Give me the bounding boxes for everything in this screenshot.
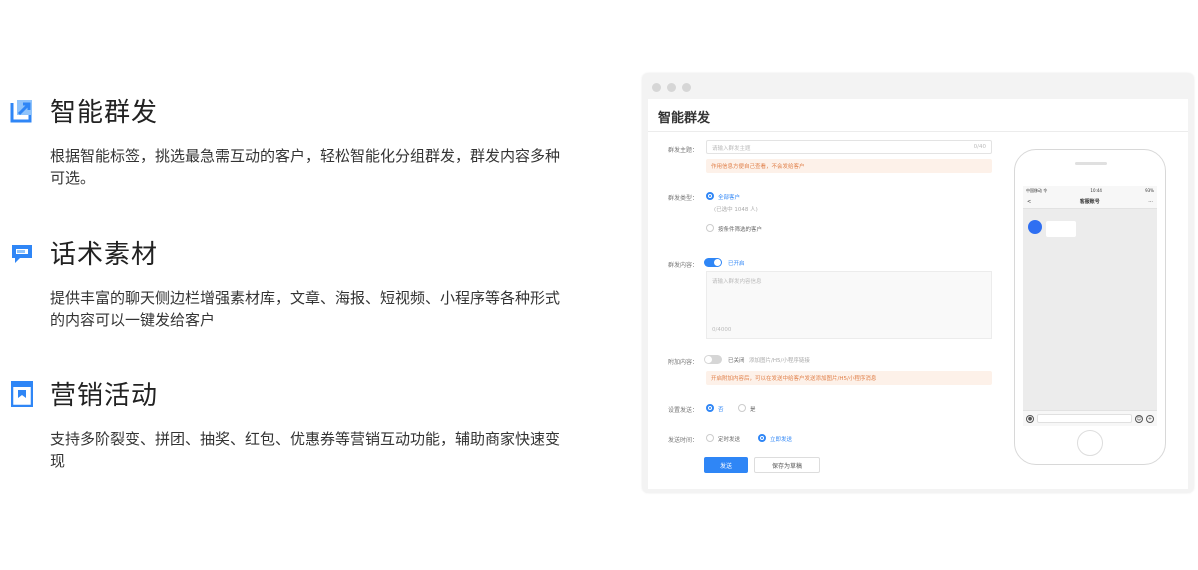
- phone-nav-title: 客服账号: [1079, 199, 1100, 205]
- emoji-icon[interactable]: ☺: [1135, 414, 1143, 423]
- feature-title: 智能群发: [50, 98, 159, 128]
- home-button: [1077, 430, 1103, 456]
- window-content: 智能群发 群发主题： 请输入群发主题 0/40 作用信息方便自己查看，不会发给客…: [648, 99, 1188, 489]
- theme-placeholder: 请输入群发主题: [712, 146, 751, 152]
- window-dot: [667, 83, 676, 92]
- window-title: 智能群发: [658, 111, 711, 126]
- phone-input-bar: ● ☺ +: [1023, 410, 1157, 426]
- more-icon[interactable]: ···: [1148, 199, 1153, 205]
- voice-icon[interactable]: ●: [1026, 414, 1034, 423]
- time-scheduled-label[interactable]: 定时发送: [718, 435, 740, 443]
- feature-marketing-activities: 营销活动 支持多阶裂变、拼团、抽奖、红包、优惠券等营销互动功能，辅助商家快速变现: [8, 375, 608, 472]
- content-label: 群发内容：: [668, 262, 699, 269]
- time-now-label[interactable]: 立即发送: [770, 435, 792, 443]
- repeat-no-label[interactable]: 是: [750, 405, 756, 413]
- battery-text: 93%: [1145, 188, 1154, 193]
- phone-time: 10:44: [1090, 188, 1102, 193]
- window-dot: [682, 83, 691, 92]
- repeat-label: 设置发送：: [668, 407, 699, 414]
- avatar: [1028, 220, 1042, 234]
- time-now-radio[interactable]: [758, 434, 766, 442]
- window-controls: [652, 83, 691, 92]
- feature-title: 话术素材: [50, 240, 159, 270]
- content-toggle[interactable]: [704, 258, 722, 267]
- feature-scripts-materials: 话术素材 提供丰富的聊天侧边栏增强素材库，文章、海报、短视频、小程序等各种形式的…: [8, 234, 608, 331]
- attach-toggle-label: 已关闭: [728, 358, 745, 364]
- repeat-yes-label[interactable]: 否: [718, 405, 724, 413]
- theme-label: 群发主题：: [668, 147, 699, 154]
- phone-status-bar: 中国移动 令 10:44 93%: [1023, 186, 1157, 195]
- phone-preview: 中国移动 令 10:44 93% < 客服账号 ··· ● ☺ +: [1014, 149, 1166, 465]
- app-window-preview: 智能群发 群发主题： 请输入群发主题 0/40 作用信息方便自己查看，不会发给客…: [642, 73, 1194, 493]
- divider: [648, 131, 1188, 132]
- attach-hint: 添加图片/H5/小程序链接: [749, 358, 810, 364]
- window-dot: [652, 83, 661, 92]
- phone-screen: 中国移动 令 10:44 93% < 客服账号 ··· ● ☺ +: [1023, 186, 1157, 426]
- theme-input[interactable]: 请输入群发主题 0/40: [706, 140, 992, 154]
- content-count: 0/4000: [712, 327, 732, 333]
- repeat-yes-radio[interactable]: [706, 404, 714, 412]
- repeat-no-radio[interactable]: [738, 404, 746, 412]
- type-all-label[interactable]: 全部客户: [718, 193, 740, 201]
- content-toggle-label: 已开启: [728, 261, 745, 267]
- type-all-count: (已选中 1048 人): [714, 207, 758, 213]
- content-textarea[interactable]: 请输入群发内容信息 0/4000: [706, 271, 992, 339]
- feature-title: 营销活动: [50, 381, 159, 411]
- attach-warn: 开启附加内容后，可以在发送中给客户发送添加图片/H5/小程序消息: [706, 371, 992, 385]
- bookmark-icon: [8, 380, 36, 408]
- theme-hint: 作用信息方便自己查看，不会发给客户: [706, 159, 992, 173]
- chat-bubble-icon: [8, 239, 36, 267]
- message-input[interactable]: [1037, 414, 1132, 423]
- type-filter-label[interactable]: 按条件筛选的客户: [718, 225, 762, 233]
- type-label: 群发类型：: [668, 195, 699, 202]
- type-all-radio[interactable]: [706, 192, 714, 200]
- attach-label: 附加内容：: [668, 359, 699, 366]
- theme-count: 0/40: [973, 144, 986, 150]
- phone-speaker: [1075, 162, 1107, 165]
- send-button[interactable]: 发送: [704, 457, 748, 473]
- message-bubble: [1046, 221, 1076, 237]
- time-scheduled-radio[interactable]: [706, 434, 714, 442]
- plus-icon[interactable]: +: [1146, 414, 1154, 423]
- feature-desc: 支持多阶裂变、拼团、抽奖、红包、优惠券等营销互动功能，辅助商家快速变现: [50, 430, 561, 470]
- page: 智能群发 根据智能标签，挑选最急需互动的客户，轻松智能化分组群发，群发内容多种可…: [0, 0, 1198, 570]
- type-filter-radio[interactable]: [706, 224, 714, 232]
- feature-desc: 提供丰富的聊天侧边栏增强素材库，文章、海报、短视频、小程序等各种形式的内容可以一…: [50, 289, 561, 329]
- feature-smart-broadcast: 智能群发 根据智能标签，挑选最急需互动的客户，轻松智能化分组群发，群发内容多种可…: [8, 92, 608, 189]
- content-placeholder: 请输入群发内容信息: [712, 279, 762, 285]
- attach-toggle[interactable]: [704, 355, 722, 364]
- carrier-text: 中国移动 令: [1026, 188, 1048, 193]
- edit-square-icon: [8, 97, 36, 125]
- time-label: 发送时间：: [668, 437, 699, 444]
- back-icon[interactable]: <: [1027, 199, 1031, 205]
- phone-nav-bar: < 客服账号 ···: [1023, 195, 1157, 209]
- feature-desc: 根据智能标签，挑选最急需互动的客户，轻松智能化分组群发，群发内容多种可选。: [50, 147, 561, 187]
- save-draft-button[interactable]: 保存为草稿: [754, 457, 820, 473]
